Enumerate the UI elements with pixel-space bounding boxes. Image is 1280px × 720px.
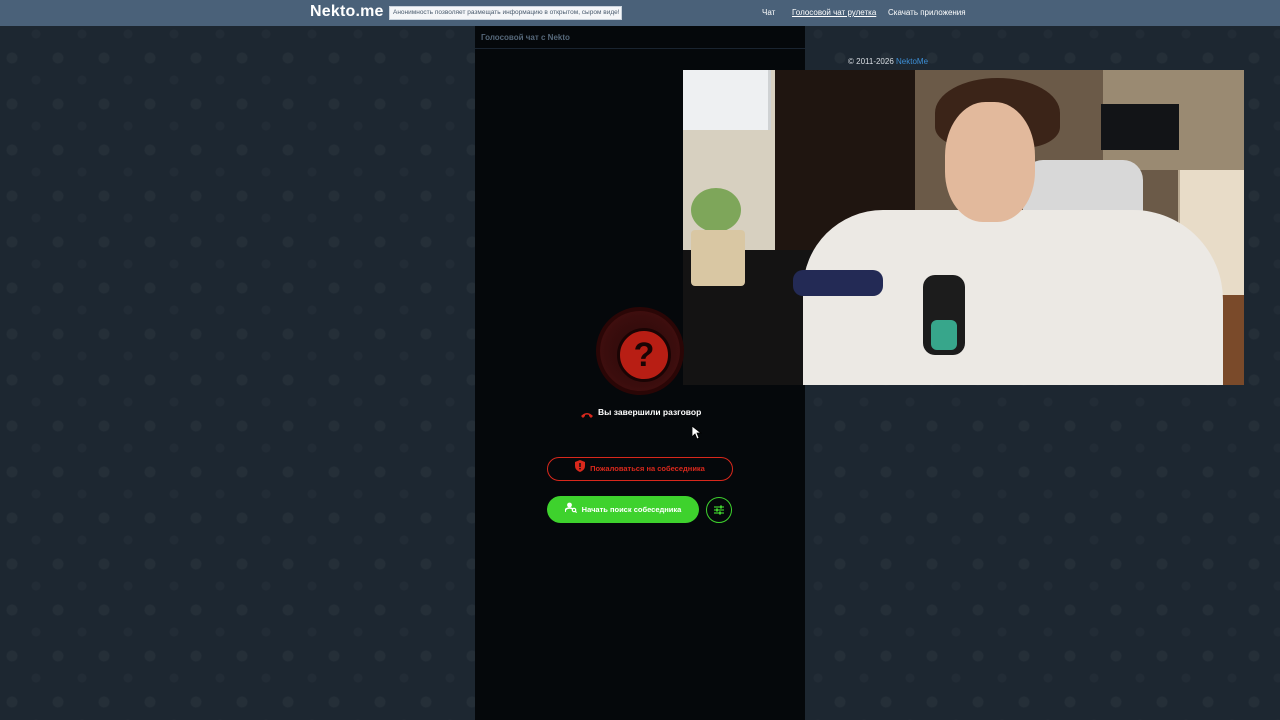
brand-link[interactable]: NektoMe bbox=[896, 57, 928, 66]
start-search-label: Начать поиск собеседника bbox=[581, 505, 682, 514]
start-search-button[interactable]: Начать поиск собеседника bbox=[547, 496, 699, 523]
call-ended-status: Вы завершили разговор bbox=[580, 403, 702, 418]
nav-voice-roulette-link[interactable]: Голосовой чат рулетка bbox=[792, 8, 876, 17]
nav-download-apps-link[interactable]: Скачать приложения bbox=[888, 8, 966, 17]
webcam-monitor bbox=[1101, 104, 1179, 150]
status-indicator: ? bbox=[596, 307, 684, 395]
hang-up-phone-icon bbox=[580, 407, 594, 418]
webcam-person-face bbox=[945, 102, 1035, 222]
user-search-icon bbox=[563, 497, 577, 524]
webcam-sleeve-stripe bbox=[793, 270, 883, 296]
copyright-text: © 2011-2026 bbox=[848, 57, 894, 66]
nav-chat-link[interactable]: Чат bbox=[762, 8, 775, 17]
call-ended-text: Вы завершили разговор bbox=[598, 406, 702, 417]
search-settings-button[interactable] bbox=[706, 497, 732, 523]
webcam-overlay bbox=[683, 70, 1244, 385]
webcam-window bbox=[683, 70, 771, 130]
webcam-cactus bbox=[691, 188, 741, 232]
copyright: © 2011-2026 NektoMe bbox=[848, 57, 928, 66]
question-mark-icon: ? bbox=[617, 328, 671, 382]
shield-icon bbox=[575, 459, 586, 480]
report-partner-label: Пожаловаться на собеседника bbox=[590, 464, 705, 474]
webcam-microphone-light bbox=[931, 320, 957, 350]
report-partner-button[interactable]: Пожаловаться на собеседника bbox=[547, 457, 733, 481]
panel-title: Голосовой чат с Nekto bbox=[475, 26, 805, 49]
top-navbar: Nekto.me Анонимность позволяет размещать… bbox=[0, 0, 1280, 26]
webcam-pot bbox=[691, 230, 745, 286]
site-logo[interactable]: Nekto.me bbox=[310, 3, 384, 21]
anonymity-notice: Анонимность позволяет размещать информац… bbox=[389, 6, 622, 20]
webcam-person-body bbox=[803, 210, 1223, 385]
sliders-icon bbox=[713, 504, 725, 519]
mouse-cursor-icon bbox=[691, 425, 703, 440]
